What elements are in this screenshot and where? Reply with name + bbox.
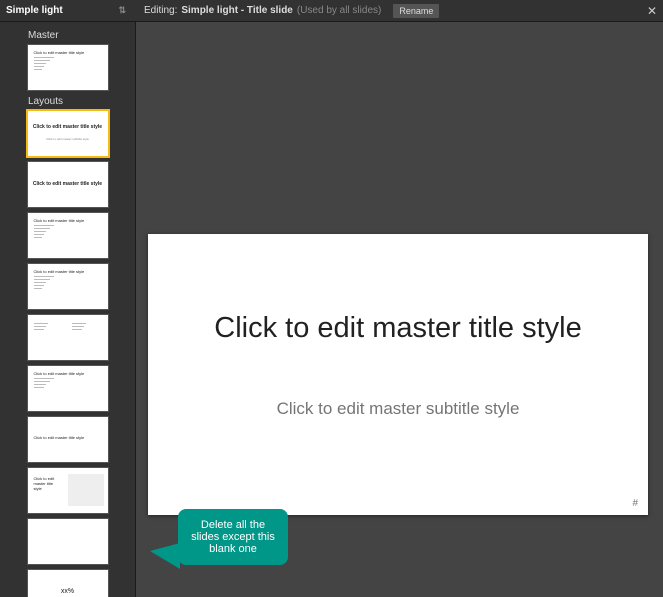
slide-editor[interactable]: Click to edit master title style Click t…	[148, 234, 648, 515]
layout-thumb-title[interactable]: Click to edit master title style Click t…	[28, 111, 108, 156]
master-section-label: Master	[28, 30, 135, 41]
slide-title-placeholder[interactable]: Click to edit master title style	[148, 312, 648, 345]
layout-thumb-title-only[interactable]: Click to edit master title style	[28, 417, 108, 462]
chevron-updown-icon: ⇅	[118, 5, 126, 16]
slide-number: #	[632, 498, 638, 509]
slide-subtitle-placeholder[interactable]: Click to edit master subtitle style	[148, 399, 648, 419]
layout-thumb-bullets-2[interactable]: Click to edit master title style	[28, 264, 108, 309]
layout-thumb-caption[interactable]: Click to edit master title style	[28, 468, 108, 513]
editing-prefix: Editing:	[144, 5, 177, 16]
master-thumb[interactable]: Click to edit master title style	[28, 45, 108, 90]
editing-label: Editing: Simple light - Title slide (Use…	[144, 4, 439, 18]
layout-thumb-section[interactable]: Click to edit master title style	[28, 162, 108, 207]
main-area: Master Click to edit master title style …	[0, 22, 663, 597]
theme-dropdown[interactable]: Simple light ⇅	[6, 5, 126, 16]
rename-button[interactable]: Rename	[393, 4, 439, 18]
layout-thumb-two-col[interactable]	[28, 315, 108, 360]
theme-name-label: Simple light	[6, 5, 63, 16]
layout-thumb-bullets-3[interactable]: Click to edit master title style	[28, 366, 108, 411]
topbar: Simple light ⇅ Editing: Simple light - T…	[0, 0, 663, 22]
layouts-section-label: Layouts	[28, 96, 135, 107]
layout-thumb-bignum[interactable]: xx%	[28, 570, 108, 597]
sidebar: Master Click to edit master title style …	[0, 22, 136, 597]
annotation-callout: Delete all the slides except this blank …	[178, 509, 288, 565]
editing-name: Simple light - Title slide	[181, 5, 293, 16]
used-by-label: (Used by all slides)	[297, 5, 381, 16]
callout-text: Delete all the slides except this blank …	[191, 519, 275, 555]
layout-thumb-blank-1[interactable]	[28, 519, 108, 564]
layout-thumb-bullets-1[interactable]: Click to edit master title style	[28, 213, 108, 258]
close-icon[interactable]: ✕	[647, 4, 657, 18]
